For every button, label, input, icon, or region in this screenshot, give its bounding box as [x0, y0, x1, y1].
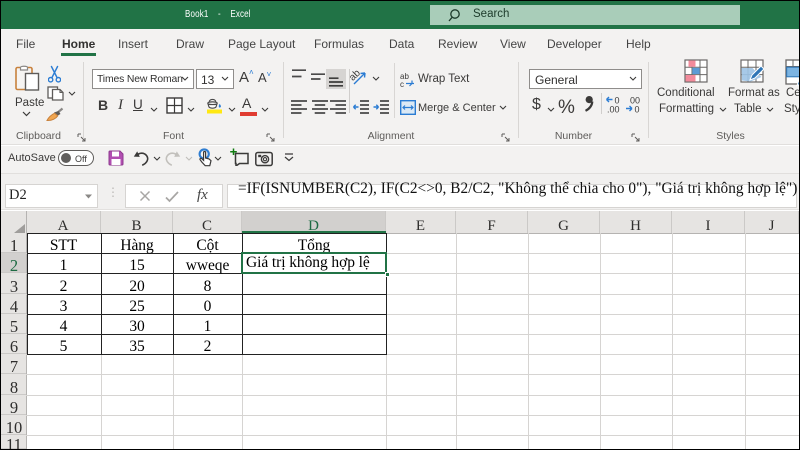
svg-text:.00: .00	[607, 105, 620, 114]
svg-text:c: c	[400, 80, 404, 87]
svg-text:0: 0	[635, 105, 640, 114]
